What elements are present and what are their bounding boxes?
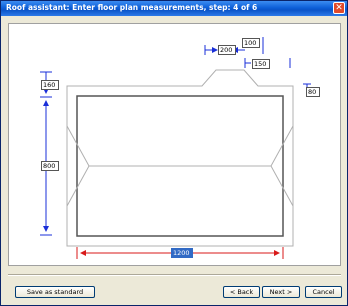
hip-line bbox=[66, 165, 90, 207]
next-button[interactable]: Next > bbox=[262, 286, 300, 298]
floor-plan-canvas: 200 100 150 160 80 800 1200 bbox=[8, 23, 341, 266]
hip-line bbox=[270, 125, 294, 167]
footer-separator bbox=[8, 274, 341, 276]
close-icon: ✕ bbox=[335, 3, 343, 13]
floor-plan-drawing bbox=[40, 37, 311, 259]
roof-assistant-window: Roof assistant: Enter floor plan measure… bbox=[0, 0, 348, 306]
cancel-button[interactable]: Cancel bbox=[305, 286, 342, 298]
save-as-standard-button[interactable]: Save as standard bbox=[15, 286, 95, 298]
back-button[interactable]: < Back bbox=[223, 286, 260, 298]
title-bar[interactable]: Roof assistant: Enter floor plan measure… bbox=[1, 1, 347, 16]
hip-line bbox=[270, 165, 294, 207]
top-right-gap-field[interactable]: 150 bbox=[252, 59, 270, 69]
close-button[interactable]: ✕ bbox=[333, 2, 345, 14]
bottom-width-field[interactable]: 1200 bbox=[171, 248, 193, 258]
top-ridge-field[interactable]: 100 bbox=[242, 38, 260, 48]
left-top-field[interactable]: 160 bbox=[41, 80, 59, 90]
hip-line bbox=[66, 125, 90, 167]
left-height-field[interactable]: 800 bbox=[41, 161, 59, 171]
top-left-gap-field[interactable]: 200 bbox=[218, 45, 236, 55]
right-top-field[interactable]: 80 bbox=[306, 87, 320, 97]
window-title: Roof assistant: Enter floor plan measure… bbox=[6, 3, 258, 12]
